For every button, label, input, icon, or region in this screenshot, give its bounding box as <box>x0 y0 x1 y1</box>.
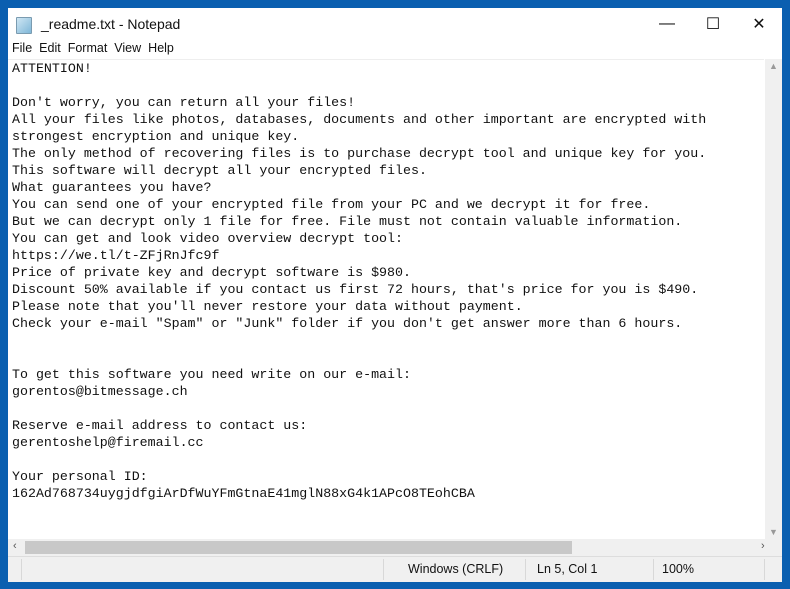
text-line: But we can decrypt only 1 file for free.… <box>12 214 683 229</box>
text-line: https://we.tl/t-ZFjRnJfc9f <box>12 248 220 263</box>
line-ending: Windows (CRLF) <box>408 562 504 576</box>
text-line <box>12 349 764 366</box>
menu-format[interactable]: Format <box>65 40 111 56</box>
menu-bar: File Edit Format View Help <box>8 40 782 60</box>
text-line <box>12 451 764 468</box>
text-line: You can send one of your encrypted file … <box>12 197 651 212</box>
title-bar[interactable]: _readme.txt - Notepad — ☐ ✕ <box>8 8 782 40</box>
text-line: 162Ad768734uygjdfgiArDfWuYFmGtnaE41mglN8… <box>12 486 475 501</box>
scroll-left-icon[interactable]: ‹ <box>13 540 17 552</box>
text-line: Don't worry, you can return all your fil… <box>12 95 356 110</box>
text-editor[interactable]: ATTENTION! Don't worry, you can return a… <box>8 59 764 540</box>
cursor-position: Ln 5, Col 1 <box>537 562 598 576</box>
text-line: ATTENTION! <box>12 61 92 76</box>
text-line: You can get and look video overview decr… <box>12 231 403 246</box>
status-bar: Windows (CRLF) Ln 5, Col 1 100% <box>8 556 782 582</box>
notepad-icon <box>16 17 32 34</box>
menu-help[interactable]: Help <box>145 40 177 56</box>
text-line: Please note that you'll never restore yo… <box>12 299 523 314</box>
scroll-up-icon[interactable]: ▲ <box>765 61 782 71</box>
text-line: To get this software you need write on o… <box>12 367 411 382</box>
close-button[interactable]: ✕ <box>736 8 782 40</box>
horizontal-scrollbar[interactable]: ‹ › <box>8 539 782 556</box>
menu-file[interactable]: File <box>9 40 35 56</box>
scroll-right-icon[interactable]: › <box>761 540 765 552</box>
menu-edit[interactable]: Edit <box>36 40 64 56</box>
text-line: This software will decrypt all your encr… <box>12 163 427 178</box>
text-line: All your files like photos, databases, d… <box>12 112 707 127</box>
vertical-scrollbar[interactable]: ▲ ▼ <box>765 59 782 539</box>
text-line: The only method of recovering files is t… <box>12 146 707 161</box>
scroll-down-icon[interactable]: ▼ <box>765 527 782 537</box>
text-line: Price of private key and decrypt softwar… <box>12 265 411 280</box>
text-line <box>12 332 764 349</box>
text-line <box>12 400 764 417</box>
document-text[interactable]: ATTENTION! Don't worry, you can return a… <box>8 60 764 502</box>
notepad-window: _readme.txt - Notepad — ☐ ✕ File Edit Form… <box>8 8 782 582</box>
maximize-button[interactable]: ☐ <box>690 8 736 40</box>
text-line: strongest encryption and unique key. <box>12 129 300 144</box>
text-line: Check your e-mail "Spam" or "Junk" folde… <box>12 316 683 331</box>
text-line: gerentoshelp@firemail.cc <box>12 435 204 450</box>
window-title: _readme.txt - Notepad <box>41 16 181 32</box>
zoom-level: 100% <box>662 562 694 576</box>
text-line: Discount 50% available if you contact us… <box>12 282 699 297</box>
text-line: Reserve e-mail address to contact us: <box>12 418 308 433</box>
text-line: Your personal ID: <box>12 469 148 484</box>
menu-view[interactable]: View <box>111 40 144 56</box>
text-line: gorentos@bitmessage.ch <box>12 384 188 399</box>
minimize-button[interactable]: — <box>644 8 690 40</box>
text-line: What guarantees you have? <box>12 180 212 195</box>
text-line <box>12 77 764 94</box>
horizontal-scroll-thumb[interactable] <box>25 541 572 554</box>
